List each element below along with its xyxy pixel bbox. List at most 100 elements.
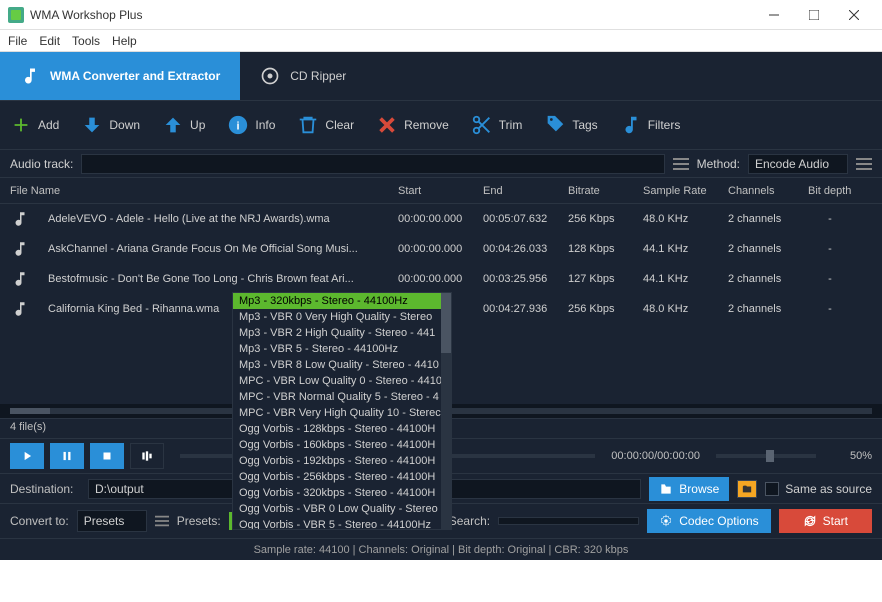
codec-options-button[interactable]: Codec Options	[647, 509, 770, 533]
list-icon[interactable]	[673, 156, 689, 172]
dropdown-item[interactable]: Ogg Vorbis - VBR 5 - Stereo - 44100Hz	[233, 517, 451, 530]
menu-file[interactable]: File	[8, 34, 27, 48]
cell-name: AdeleVEVO - Adele - Hello (Live at the N…	[40, 213, 390, 225]
col-start[interactable]: Start	[390, 185, 475, 197]
volume-slider[interactable]	[716, 454, 816, 458]
play-icon	[20, 449, 34, 463]
volume-percent: 50%	[832, 450, 872, 462]
cell-end: 00:05:07.632	[475, 213, 560, 225]
preset-dropdown-popup[interactable]: Mp3 - 320kbps - Stereo - 44100Hz Mp3 - V…	[232, 292, 452, 530]
close-button[interactable]	[834, 1, 874, 29]
cell-channels: 2 channels	[720, 213, 800, 225]
cell-sample: 48.0 KHz	[635, 303, 720, 315]
col-bitrate[interactable]: Bitrate	[560, 185, 635, 197]
open-folder-button[interactable]	[737, 480, 757, 498]
table-row[interactable]: Bestofmusic - Don't Be Gone Too Long - C…	[0, 264, 882, 294]
list-icon[interactable]	[856, 156, 872, 172]
play-button[interactable]	[10, 443, 44, 469]
dropdown-item[interactable]: Ogg Vorbis - 256kbps - Stereo - 44100H	[233, 469, 451, 485]
menu-help[interactable]: Help	[112, 34, 137, 48]
dropdown-item[interactable]: Ogg Vorbis - VBR 0 Low Quality - Stereo	[233, 501, 451, 517]
dropdown-scrollbar[interactable]	[441, 293, 451, 529]
minimize-button[interactable]	[754, 1, 794, 29]
audio-track-field[interactable]	[81, 154, 664, 174]
tab-ripper[interactable]: CD Ripper	[240, 52, 366, 100]
filters-button[interactable]: Filters	[620, 114, 681, 136]
up-button[interactable]: Up	[162, 114, 205, 136]
cd-icon	[260, 66, 280, 86]
dropdown-item[interactable]: Ogg Vorbis - 320kbps - Stereo - 44100H	[233, 485, 451, 501]
start-button[interactable]: Start	[779, 509, 872, 533]
add-button[interactable]: Add	[10, 114, 59, 136]
clear-button[interactable]: Clear	[297, 114, 354, 136]
dropdown-item[interactable]: MPC - VBR Very High Quality 10 - Sterec	[233, 405, 451, 421]
dropdown-item[interactable]: Ogg Vorbis - 128kbps - Stereo - 44100H	[233, 421, 451, 437]
presets-label: Presets:	[177, 514, 221, 528]
col-filename[interactable]: File Name	[0, 185, 390, 197]
cell-end: 00:04:26.033	[475, 243, 560, 255]
same-as-source-checkbox[interactable]: Same as source	[765, 482, 872, 496]
dropdown-item[interactable]: Mp3 - VBR 5 - Stereo - 44100Hz	[233, 341, 451, 357]
dropdown-item[interactable]: MPC - VBR Normal Quality 5 - Stereo - 4	[233, 389, 451, 405]
col-end[interactable]: End	[475, 185, 560, 197]
col-depth[interactable]: Bit depth	[800, 185, 860, 197]
music-note-icon	[11, 210, 29, 228]
dropdown-item[interactable]: Ogg Vorbis - 192kbps - Stereo - 44100H	[233, 453, 451, 469]
info-button[interactable]: iInfo	[227, 114, 275, 136]
tab-converter[interactable]: WMA Converter and Extractor	[0, 52, 240, 100]
dropdown-item[interactable]: Ogg Vorbis - 160kbps - Stereo - 44100H	[233, 437, 451, 453]
cell-sample: 44.1 KHz	[635, 273, 720, 285]
volume-button[interactable]	[130, 443, 164, 469]
dropdown-scroll-thumb[interactable]	[441, 293, 451, 353]
cell-depth: -	[800, 303, 860, 315]
remove-button[interactable]: Remove	[376, 114, 449, 136]
arrow-down-icon	[81, 114, 103, 136]
browse-button[interactable]: Browse	[649, 477, 729, 501]
gear-icon	[659, 514, 673, 528]
pause-button[interactable]	[50, 443, 84, 469]
down-button[interactable]: Down	[81, 114, 140, 136]
cell-end: 00:03:25.956	[475, 273, 560, 285]
pause-icon	[60, 449, 74, 463]
x-icon	[376, 114, 398, 136]
hscroll-thumb[interactable]	[10, 408, 50, 414]
music-note-icon	[11, 270, 29, 288]
table-row[interactable]: AdeleVEVO - Adele - Hello (Live at the N…	[0, 204, 882, 234]
app-title: WMA Workshop Plus	[30, 8, 754, 22]
table-row[interactable]: AskChannel - Ariana Grande Focus On Me O…	[0, 234, 882, 264]
audio-track-label: Audio track:	[10, 157, 73, 171]
method-value[interactable]: Encode Audio	[748, 154, 848, 174]
cell-bitrate: 127 Kbps	[560, 273, 635, 285]
trim-button[interactable]: Trim	[471, 114, 523, 136]
arrow-up-icon	[162, 114, 184, 136]
status-bar: Sample rate: 44100 | Channels: Original …	[0, 538, 882, 560]
cell-start: 00:00:00.000	[390, 213, 475, 225]
dropdown-item[interactable]: Mp3 - VBR 0 Very High Quality - Stereo	[233, 309, 451, 325]
dropdown-selected[interactable]: Mp3 - 320kbps - Stereo - 44100Hz	[233, 293, 451, 309]
dropdown-item[interactable]: Mp3 - VBR 2 High Quality - Stereo - 441	[233, 325, 451, 341]
list-icon[interactable]	[155, 514, 169, 528]
col-sample[interactable]: Sample Rate	[635, 185, 720, 197]
cell-channels: 2 channels	[720, 303, 800, 315]
dropdown-item[interactable]: MPC - VBR Low Quality 0 - Stereo - 4410	[233, 373, 451, 389]
tab-converter-label: WMA Converter and Extractor	[50, 69, 220, 83]
toolbar: Add Down Up iInfo Clear Remove Trim Tags…	[0, 100, 882, 150]
volume-thumb[interactable]	[766, 450, 774, 462]
cell-depth: -	[800, 243, 860, 255]
convert-to-select[interactable]: Presets	[77, 510, 147, 532]
maximize-button[interactable]	[794, 1, 834, 29]
menu-edit[interactable]: Edit	[39, 34, 60, 48]
cell-depth: -	[800, 213, 860, 225]
plus-icon	[10, 114, 32, 136]
menu-tools[interactable]: Tools	[72, 34, 100, 48]
cell-start: 00:00:00.000	[390, 273, 475, 285]
stop-button[interactable]	[90, 443, 124, 469]
dropdown-item[interactable]: Mp3 - VBR 8 Low Quality - Stereo - 4410	[233, 357, 451, 373]
tags-button[interactable]: Tags	[544, 114, 597, 136]
search-field[interactable]	[498, 517, 639, 525]
filter-icon	[620, 114, 642, 136]
file-list: AdeleVEVO - Adele - Hello (Live at the N…	[0, 204, 882, 404]
search-label: Search:	[449, 514, 490, 528]
col-channels[interactable]: Channels	[720, 185, 800, 197]
cell-sample: 44.1 KHz	[635, 243, 720, 255]
